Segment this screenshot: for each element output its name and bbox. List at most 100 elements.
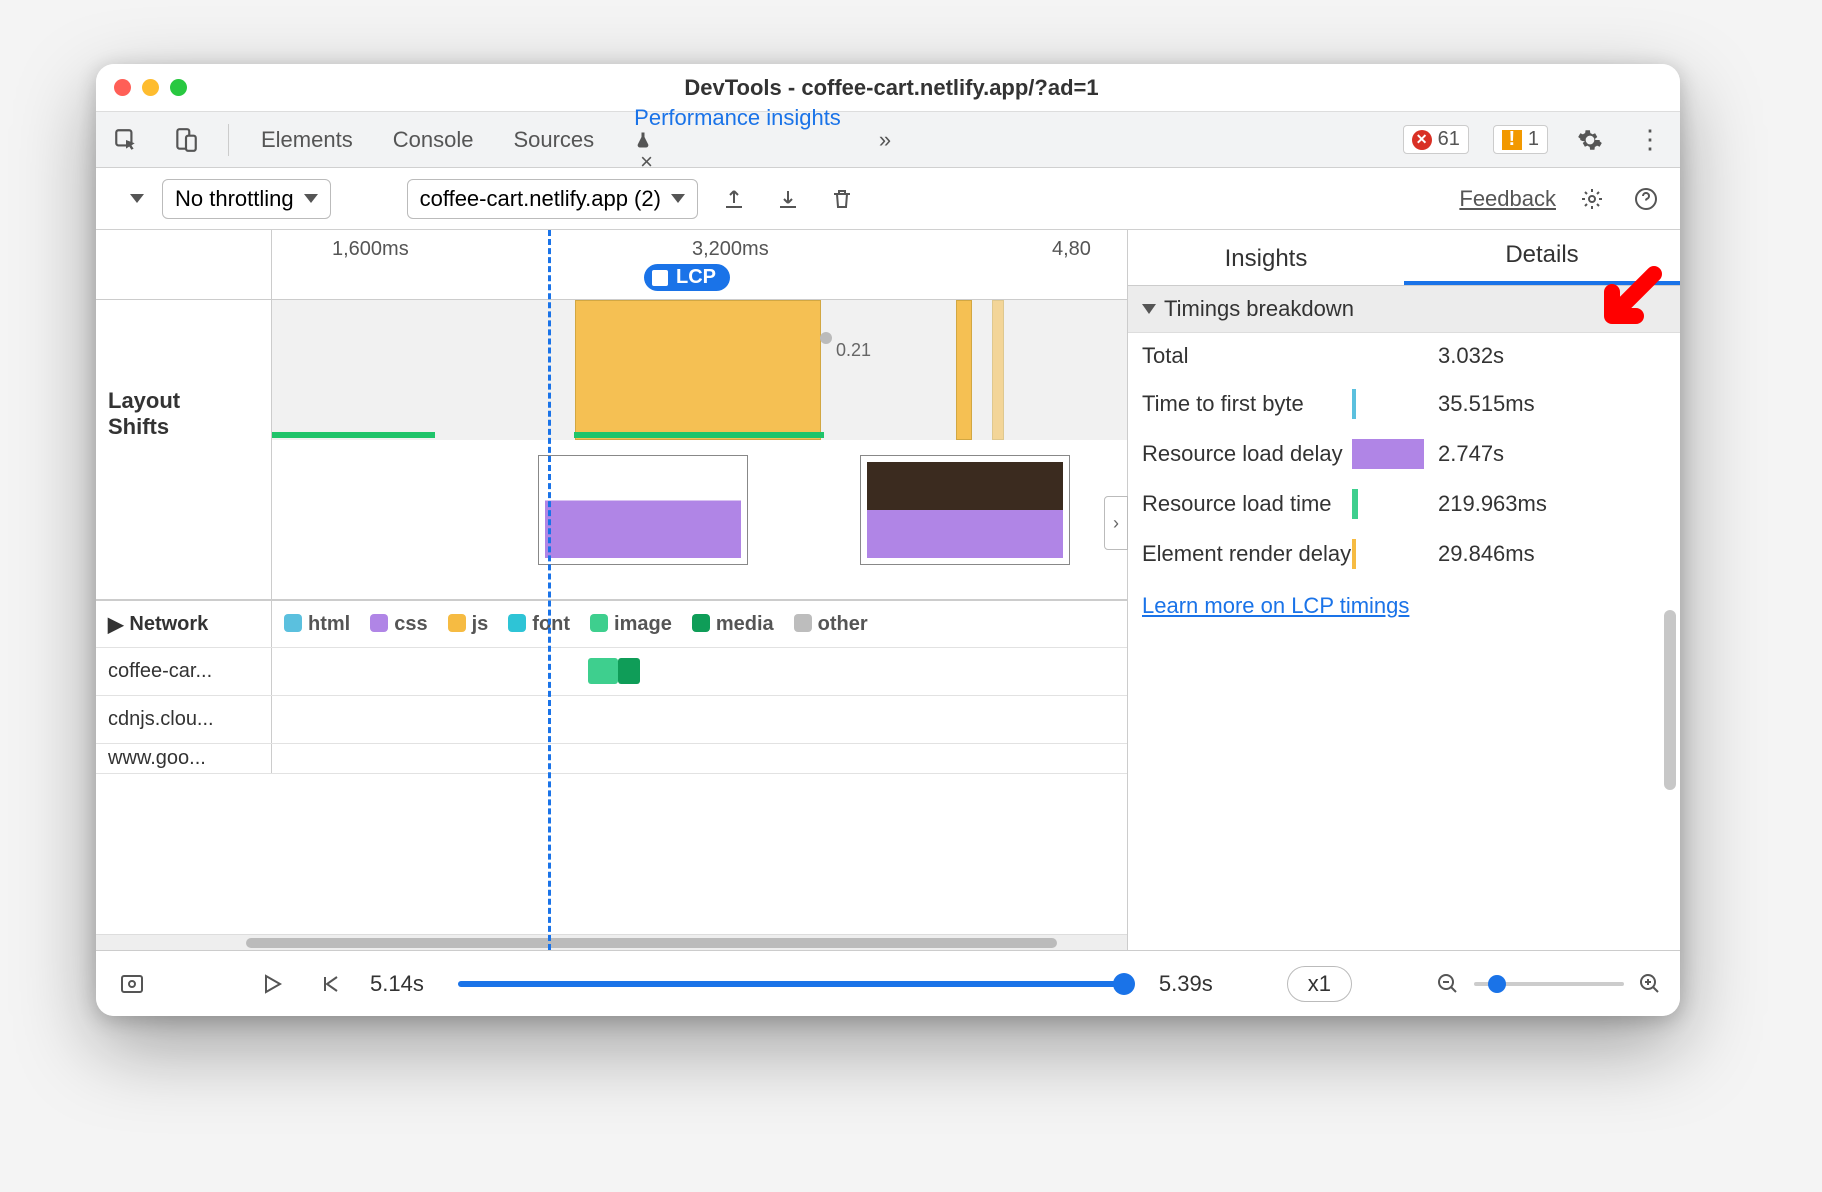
network-host: www.goo... — [96, 744, 272, 773]
tab-label: Performance insights — [634, 105, 841, 130]
playback-footer: 5.14s 5.39s x1 — [96, 950, 1680, 1016]
tab-console[interactable]: Console — [385, 115, 482, 165]
zoom-controls — [1436, 972, 1662, 996]
preview-toggle-icon[interactable] — [114, 966, 150, 1002]
network-header-row[interactable]: ▶ Network html css js font image media o… — [96, 600, 1127, 648]
timing-label: Total — [1142, 343, 1352, 368]
end-time: 5.39s — [1159, 971, 1213, 997]
network-row[interactable]: cdnjs.clou... — [96, 696, 1127, 744]
feedback-link[interactable]: Feedback — [1459, 186, 1556, 212]
tab-sources[interactable]: Sources — [505, 115, 602, 165]
skip-start-icon[interactable] — [312, 966, 348, 1002]
timeline-pane: 1,600ms 3,200ms 4,80 LCP LayoutShifts — [96, 230, 1128, 950]
more-menu-icon[interactable]: ⋮ — [1632, 122, 1668, 158]
current-time: 5.14s — [370, 971, 424, 997]
flask-icon — [634, 131, 847, 149]
settings-icon[interactable] — [1572, 122, 1608, 158]
screenshot-thumb[interactable] — [860, 455, 1070, 565]
speed-pill[interactable]: x1 — [1287, 966, 1352, 1002]
layout-shifts-track[interactable]: 0.21 — [272, 300, 1127, 599]
network-row[interactable]: coffee-car... — [96, 648, 1127, 696]
zoom-in-icon[interactable] — [1638, 972, 1662, 996]
learn-more-link[interactable]: Learn more on LCP timings — [1128, 579, 1680, 633]
timing-label: Resource load delay — [1142, 441, 1352, 466]
import-icon[interactable] — [770, 181, 806, 217]
titlebar: DevTools - coffee-cart.netlify.app/?ad=1 — [96, 64, 1680, 112]
timing-value: 3.032s — [1438, 343, 1666, 369]
time-tick: 1,600ms — [332, 238, 409, 261]
timing-bar — [1352, 489, 1358, 519]
tab-elements[interactable]: Elements — [253, 115, 361, 165]
more-tabs-icon[interactable]: » — [879, 127, 891, 153]
time-tick: 3,200ms — [692, 238, 769, 261]
timing-row-load-delay: Resource load delay 2.747s — [1128, 429, 1680, 479]
timing-value: 35.515ms — [1438, 391, 1666, 417]
timing-label: Element render delay — [1142, 541, 1352, 566]
layout-shifts-label: LayoutShifts — [96, 300, 272, 599]
warnings-badge[interactable]: ! 1 — [1493, 125, 1548, 154]
time-axis[interactable]: 1,600ms 3,200ms 4,80 LCP — [96, 230, 1127, 300]
help-icon[interactable] — [1628, 181, 1664, 217]
timing-value: 2.747s — [1438, 441, 1666, 467]
timing-bar — [1352, 539, 1356, 569]
timing-label: Time to first byte — [1142, 391, 1352, 416]
throttling-value: No throttling — [175, 186, 294, 212]
network-row[interactable]: www.goo... — [96, 744, 1127, 774]
panel-body: 1,600ms 3,200ms 4,80 LCP LayoutShifts — [96, 230, 1680, 950]
error-count: 61 — [1438, 128, 1460, 151]
vertical-scrollbar[interactable] — [1664, 610, 1676, 790]
zoom-slider[interactable] — [1474, 982, 1624, 986]
errors-badge[interactable]: ✕ 61 — [1403, 125, 1469, 154]
panel-settings-icon[interactable] — [1574, 181, 1610, 217]
network-host: cdnjs.clou... — [96, 696, 272, 743]
throttling-select[interactable]: No throttling — [162, 179, 331, 219]
timing-bar — [1352, 439, 1424, 469]
details-pane: Insights Details Timings breakdown Total… — [1128, 230, 1680, 950]
warning-icon: ! — [1502, 130, 1522, 150]
collapse-icon — [1142, 304, 1156, 314]
timing-value: 29.846ms — [1438, 541, 1666, 567]
zoom-out-icon[interactable] — [1436, 972, 1460, 996]
record-menu-chevron-icon[interactable] — [130, 194, 144, 203]
inspect-icon[interactable] — [108, 122, 144, 158]
devtools-window: DevTools - coffee-cart.netlify.app/?ad=1… — [96, 64, 1680, 1016]
device-toggle-icon[interactable] — [168, 122, 204, 158]
annotation-arrow-icon — [1594, 264, 1666, 336]
origin-select[interactable]: coffee-cart.netlify.app (2) — [407, 179, 698, 219]
playhead[interactable] — [548, 230, 551, 950]
timing-row-ttfb: Time to first byte 35.515ms — [1128, 379, 1680, 429]
seek-slider[interactable] — [458, 981, 1125, 987]
warning-count: 1 — [1528, 128, 1539, 151]
timing-value: 219.963ms — [1438, 491, 1666, 517]
network-label: Network — [129, 613, 208, 636]
axis-gutter — [96, 230, 272, 299]
timing-row-load-time: Resource load time 219.963ms — [1128, 479, 1680, 529]
time-tick: 4,80 — [1052, 238, 1091, 261]
cls-value: 0.21 — [836, 340, 871, 361]
expand-icon: ▶ — [108, 612, 123, 637]
origin-value: coffee-cart.netlify.app (2) — [420, 186, 661, 212]
window-title: DevTools - coffee-cart.netlify.app/?ad=1 — [121, 75, 1662, 101]
play-icon[interactable] — [254, 966, 290, 1002]
panel-toolbar: No throttling coffee-cart.netlify.app (2… — [96, 168, 1680, 230]
chevron-down-icon — [304, 194, 318, 203]
layout-shifts-row: LayoutShifts 0.21 — [96, 300, 1127, 600]
delete-icon[interactable] — [824, 181, 860, 217]
network-host: coffee-car... — [96, 648, 272, 695]
error-icon: ✕ — [1412, 130, 1432, 150]
timing-row-render-delay: Element render delay 29.846ms — [1128, 529, 1680, 579]
section-title: Timings breakdown — [1164, 296, 1354, 322]
horizontal-scrollbar[interactable] — [96, 934, 1127, 950]
lcp-label: LCP — [676, 266, 716, 289]
lcp-marker[interactable]: LCP — [644, 264, 730, 291]
timing-label: Resource load time — [1142, 491, 1352, 516]
timing-row-total: Total 3.032s — [1128, 333, 1680, 379]
chevron-down-icon — [671, 194, 685, 203]
stop-icon — [652, 270, 668, 286]
collapse-right-pane-button[interactable]: › — [1104, 496, 1128, 550]
network-legend: html css js font image media other — [284, 613, 868, 636]
export-icon[interactable] — [716, 181, 752, 217]
tab-insights[interactable]: Insights — [1128, 233, 1404, 285]
screenshot-thumb[interactable] — [538, 455, 748, 565]
devtools-tabstrip: Elements Console Sources Performance ins… — [96, 112, 1680, 168]
